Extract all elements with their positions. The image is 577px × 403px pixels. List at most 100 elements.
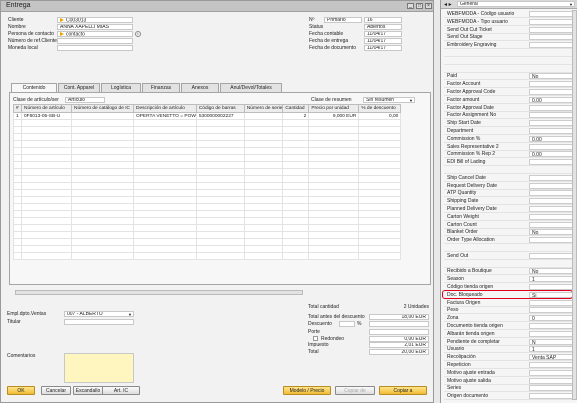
column-header[interactable]: # [13,104,22,113]
user-field-row[interactable]: ATP Quantity [444,190,576,198]
table-cell[interactable] [308,210,360,218]
user-field-row[interactable]: Request Delivery Date [444,182,576,190]
user-field-row[interactable]: Origen documento [444,393,576,401]
table-cell[interactable] [308,119,360,127]
link-arrow-icon[interactable] [60,18,64,22]
table-cell[interactable] [133,238,197,246]
table-cell[interactable] [133,147,197,155]
table-cell[interactable] [243,147,284,155]
table-cell[interactable] [308,161,360,169]
table-cell[interactable] [195,119,245,127]
table-cell[interactable] [308,189,360,197]
table-cell[interactable] [358,147,402,155]
table-cell[interactable] [133,196,197,204]
table-cell[interactable] [243,196,284,204]
user-field-row[interactable]: Factor Approval Code [444,89,576,96]
table-cell[interactable] [71,238,134,246]
column-header[interactable]: Número de artículo [21,104,72,113]
table-row-empty[interactable] [13,119,402,127]
table-cell[interactable] [21,140,72,148]
table-cell[interactable] [13,147,22,155]
table-cell[interactable] [133,119,197,127]
table-cell[interactable] [71,182,134,190]
user-field-value[interactable] [529,377,574,384]
user-field-row[interactable]: Send Out Stage [444,34,576,42]
table-cell[interactable] [13,245,22,253]
table-cell[interactable] [13,224,22,232]
table-cell[interactable] [358,126,402,134]
table-cell[interactable]: OPERTA VENETTO = POW [133,112,197,120]
table-row-empty[interactable] [13,133,402,141]
table-cell[interactable] [282,217,310,225]
table-cell[interactable] [71,147,134,155]
user-field-row[interactable]: Planned Delivery Date [444,206,576,213]
user-field-value[interactable] [529,89,574,95]
table-cell[interactable] [71,175,134,183]
table-cell[interactable] [195,182,245,190]
table-row-empty[interactable] [13,189,402,197]
table-cell[interactable]: 9,000 EUR [308,112,360,120]
user-field-value[interactable] [529,221,574,228]
user-field-value[interactable] [529,34,574,41]
user-field-row[interactable]: Carton Count [444,221,576,229]
user-field-value[interactable] [529,174,574,181]
table-cell[interactable] [21,238,72,246]
user-field-row[interactable]: Zona 0 [444,315,576,323]
table-cell[interactable] [13,238,22,246]
table-cell[interactable] [21,224,72,232]
user-field-row[interactable]: Send Out [444,252,576,260]
category-select[interactable]: General ▼ [457,1,575,7]
user-field-value[interactable] [529,393,574,400]
table-cell[interactable] [21,252,72,260]
table-cell[interactable] [195,126,245,134]
item-class-select[interactable]: Artículo [65,97,105,103]
table-cell[interactable] [243,140,284,148]
copy-from-button[interactable]: Copiar de [335,386,375,395]
total-value[interactable] [369,321,429,327]
table-cell[interactable] [13,210,22,218]
user-field-value[interactable] [529,120,574,127]
table-cell[interactable] [133,133,197,141]
table-cell[interactable] [243,154,284,162]
table-cell[interactable] [21,154,72,162]
table-cell[interactable] [71,203,134,211]
table-cell[interactable] [282,224,310,232]
table-cell[interactable] [308,231,360,239]
table-row-empty[interactable] [13,231,402,239]
table-cell[interactable] [71,245,134,253]
art-ic-button[interactable]: Art. IC [102,386,140,395]
cancel-button[interactable]: Cancelar [41,386,71,395]
table-cell[interactable] [243,238,284,246]
table-cell[interactable] [71,231,134,239]
table-row-empty[interactable] [13,147,402,155]
table-row-empty[interactable] [13,224,402,232]
user-field-row[interactable]: Carton Weight [444,213,576,221]
user-field-value[interactable] [529,42,574,49]
table-cell[interactable] [243,126,284,134]
table-cell[interactable] [282,231,310,239]
table-cell[interactable] [282,196,310,204]
table-cell[interactable] [282,245,310,253]
table-cell[interactable] [282,147,310,155]
table-row-empty[interactable] [13,252,402,260]
table-cell[interactable] [21,161,72,169]
column-header[interactable]: Número de catálogo de IC [71,104,134,113]
table-cell[interactable] [308,252,360,260]
header-right-value[interactable]: 11/04/17 [364,31,402,37]
table-row-empty[interactable] [13,245,402,253]
table-cell[interactable] [308,175,360,183]
table-cell[interactable] [133,189,197,197]
user-field-row[interactable]: Department [444,128,576,135]
user-field-row[interactable]: Factor Account [444,81,576,89]
user-field-row[interactable]: Ship Cancel Date [444,174,576,182]
table-cell[interactable] [13,189,22,197]
table-cell[interactable] [282,175,310,183]
user-field-row[interactable]: Factor Assignment No [444,112,576,120]
table-cell[interactable] [195,238,245,246]
table-row-empty[interactable] [13,203,402,211]
user-field-row[interactable]: Shipping Date [444,198,576,206]
table-cell[interactable] [308,238,360,246]
table-row-empty[interactable] [13,210,402,218]
table-cell[interactable] [282,126,310,134]
table-cell[interactable] [308,168,360,176]
